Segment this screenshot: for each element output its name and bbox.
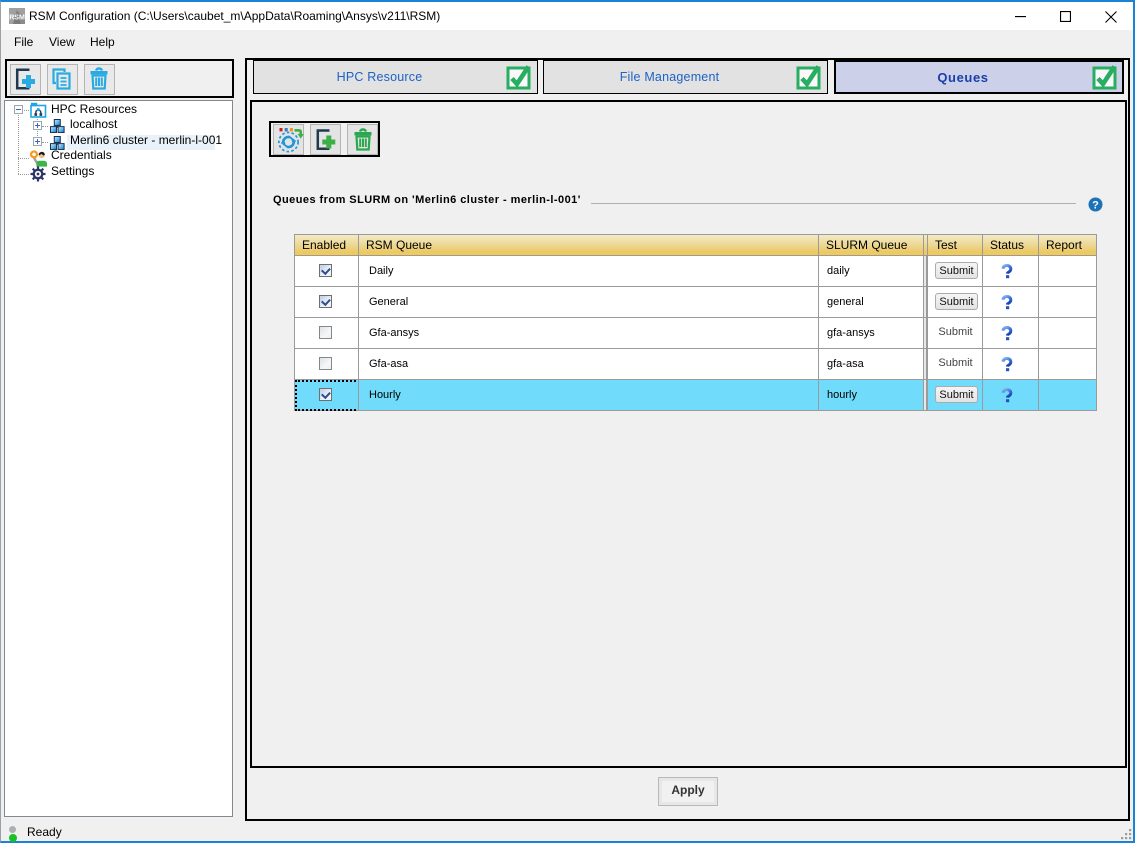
- svg-text:?: ?: [1092, 200, 1099, 212]
- svg-text:RSM: RSM: [9, 15, 25, 22]
